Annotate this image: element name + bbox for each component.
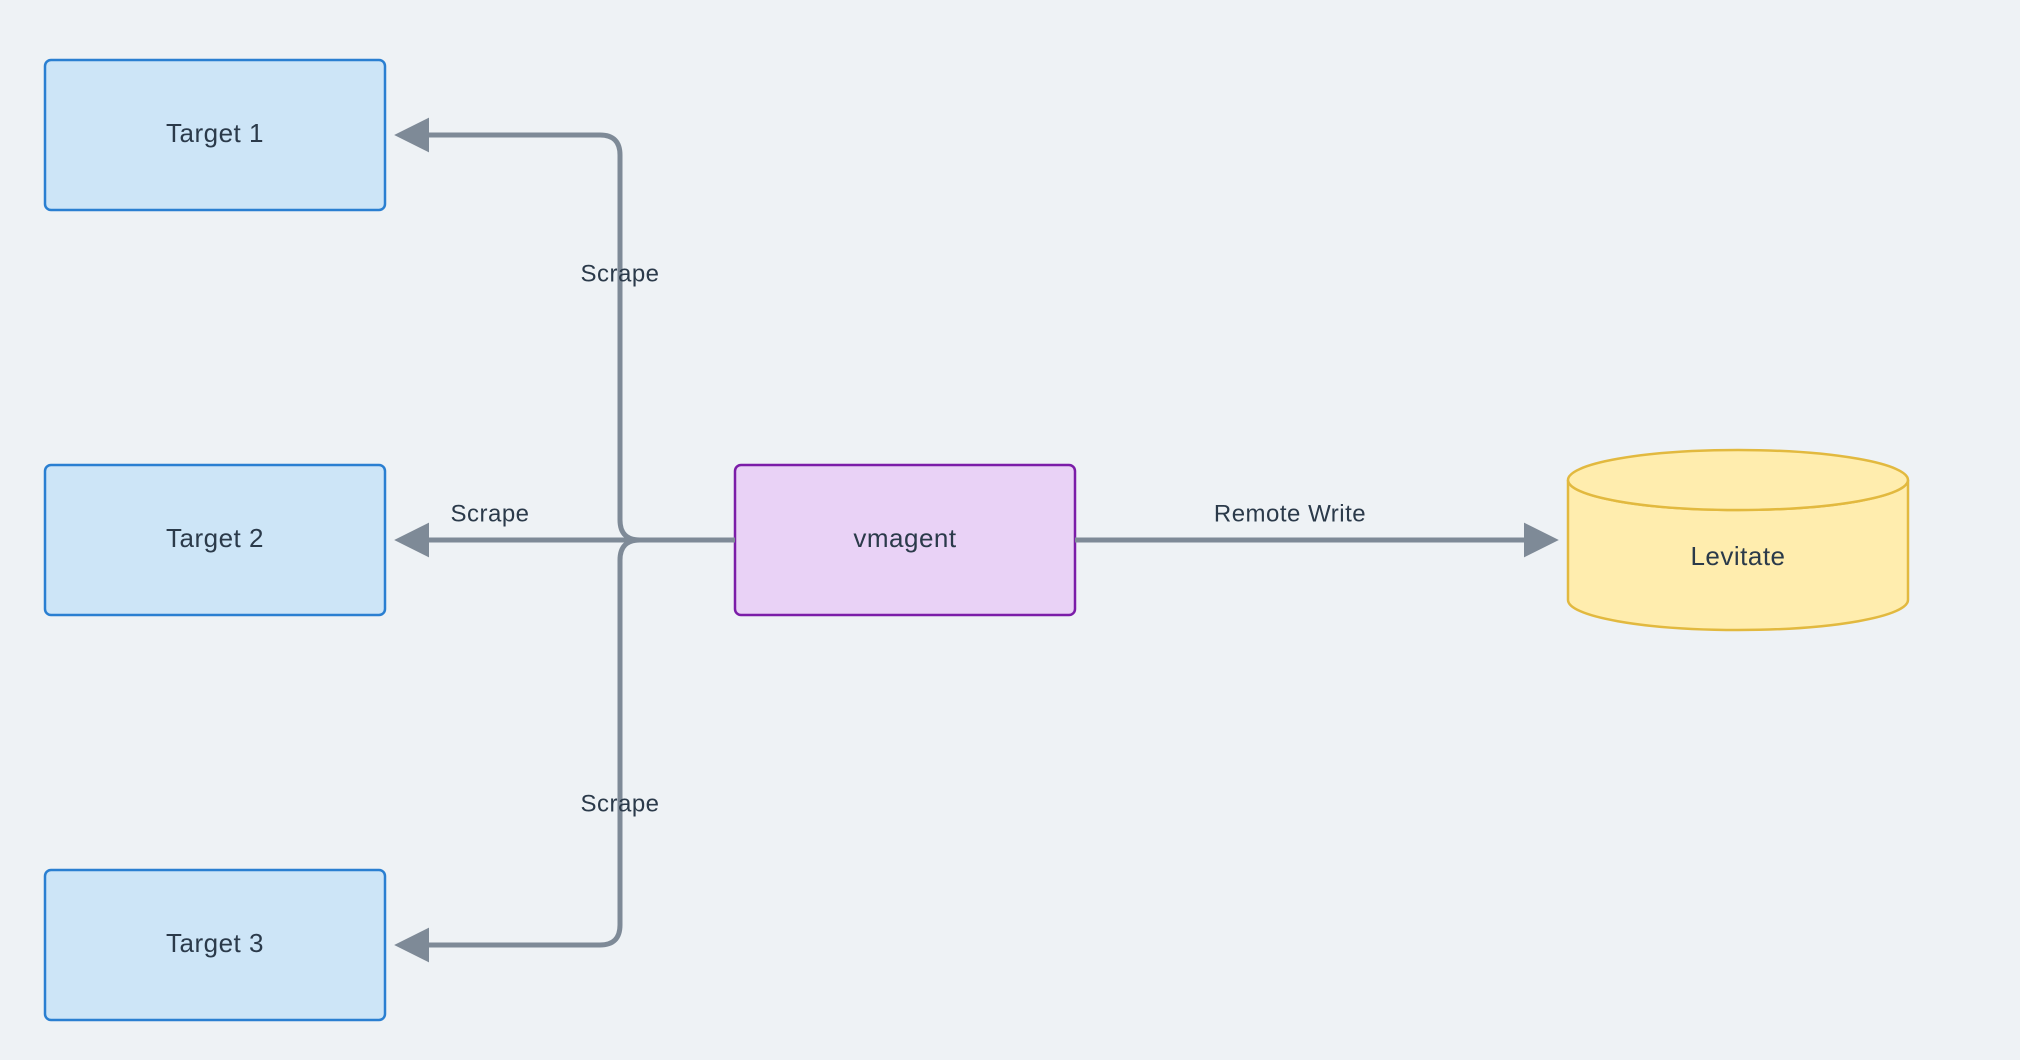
edge-scrape-1-label: Scrape — [580, 260, 659, 287]
edge-remote-write: Remote Write — [1075, 500, 1553, 540]
edge-scrape-3: Scrape — [400, 540, 660, 945]
edge-scrape-2-label: Scrape — [450, 500, 529, 527]
node-target-2-label: Target 2 — [166, 523, 264, 553]
node-target-2: Target 2 — [45, 465, 385, 615]
edge-remote-write-label: Remote Write — [1214, 500, 1366, 527]
edge-scrape-1: Scrape — [400, 135, 660, 540]
node-target-3-label: Target 3 — [166, 928, 264, 958]
node-store: Levitate — [1568, 450, 1908, 630]
node-target-1-label: Target 1 — [166, 118, 264, 148]
architecture-diagram: Target 1 Target 2 Target 3 vmagent Levit… — [0, 0, 2020, 1060]
node-target-3: Target 3 — [45, 870, 385, 1020]
node-agent-label: vmagent — [853, 523, 956, 553]
node-agent: vmagent — [735, 465, 1075, 615]
edge-scrape-2: Scrape — [400, 500, 735, 540]
edge-scrape-3-label: Scrape — [580, 790, 659, 817]
node-target-1: Target 1 — [45, 60, 385, 210]
node-store-label: Levitate — [1690, 541, 1785, 571]
